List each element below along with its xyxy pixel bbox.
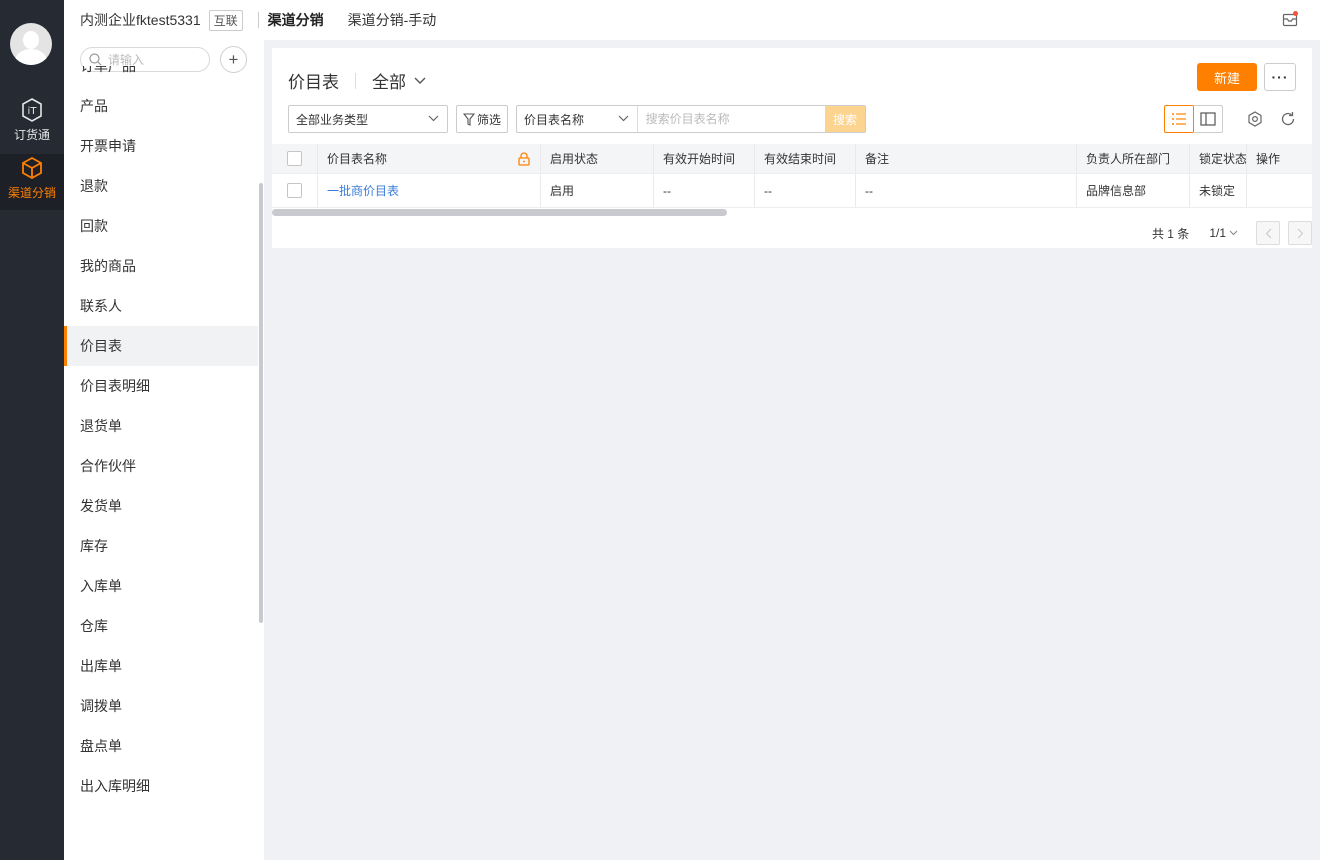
- column-header[interactable]: 备注: [865, 150, 889, 167]
- sidebar-item[interactable]: 我的商品: [64, 246, 258, 286]
- sidebar-item[interactable]: 订单产品: [64, 66, 258, 86]
- price-list-name-link[interactable]: 一批商价目表: [327, 182, 399, 199]
- sidebar-item[interactable]: 价目表明细: [64, 366, 258, 406]
- page-select[interactable]: 1/1: [1209, 226, 1238, 240]
- sidebar-item[interactable]: 开票申请: [64, 126, 258, 166]
- company-name: 内测企业fktest5331: [80, 12, 201, 28]
- avatar[interactable]: [10, 23, 52, 65]
- chevron-down-icon: [414, 77, 426, 84]
- end-time-value: --: [764, 183, 772, 198]
- chevron-down-icon: [1229, 230, 1238, 236]
- start-time-value: --: [663, 183, 671, 198]
- status-value: 启用: [550, 184, 575, 198]
- page-title: 价目表: [288, 73, 339, 92]
- chevron-down-icon: [428, 115, 439, 122]
- top-bar: 内测企业fktest5331 互联 渠道分销 渠道分销-手动: [80, 0, 1320, 40]
- search-button[interactable]: 搜索: [825, 106, 865, 132]
- column-header[interactable]: 价目表名称: [327, 150, 387, 167]
- horizontal-scrollbar[interactable]: [272, 208, 1312, 217]
- sidebar-item[interactable]: 入库单: [64, 566, 258, 606]
- rail-item-label: 渠道分销: [7, 186, 56, 200]
- list-view-button[interactable]: [1164, 105, 1194, 133]
- column-header[interactable]: 有效结束时间: [764, 150, 836, 167]
- sidebar-item[interactable]: 价目表: [64, 326, 258, 366]
- search-field-select[interactable]: 价目表名称: [517, 106, 638, 132]
- sidebar-item[interactable]: 合作伙伴: [64, 446, 258, 486]
- sidebar-item[interactable]: 出库单: [64, 646, 258, 686]
- prev-page-button[interactable]: [1256, 221, 1280, 245]
- lock-status-value: 未锁定: [1199, 184, 1236, 198]
- sidebar-item[interactable]: 调拨单: [64, 686, 258, 726]
- filter-button[interactable]: 筛选: [456, 105, 508, 133]
- rail-item-dinghuotong[interactable]: iT 订货通: [0, 98, 64, 150]
- column-header[interactable]: 有效开始时间: [663, 150, 735, 167]
- sidebar-item[interactable]: 退货单: [64, 406, 258, 446]
- select-all-checkbox[interactable]: [287, 151, 302, 166]
- filter-label: 筛选: [476, 112, 501, 127]
- new-button[interactable]: 新建: [1197, 63, 1257, 91]
- scope-label: 全部: [372, 73, 406, 92]
- sidebar-search-input[interactable]: [108, 52, 203, 67]
- chevron-left-icon: [1265, 228, 1271, 238]
- next-page-button[interactable]: [1288, 221, 1312, 245]
- row-checkbox[interactable]: [287, 183, 302, 198]
- sidebar-item[interactable]: 盘点单: [64, 726, 258, 766]
- page-indicator: 1/1: [1209, 226, 1226, 240]
- chevron-down-icon: [618, 115, 629, 122]
- svg-text:iT: iT: [28, 106, 38, 117]
- main-panel: 价目表 全部 新建 ··· 全部业务类型 筛选 价目表名称 搜索价目表名称 搜索…: [272, 48, 1312, 248]
- notification-icon[interactable]: [1282, 11, 1298, 27]
- sidebar-item[interactable]: 发货单: [64, 486, 258, 526]
- sidebar-item[interactable]: 库存: [64, 526, 258, 566]
- more-button[interactable]: ···: [1264, 63, 1296, 91]
- table-header: 价目表名称 启用状态 有效开始时间 有效结束时间 备注 负责人所在部门 锁定状态…: [272, 144, 1312, 174]
- divider: [257, 12, 259, 28]
- rail-item-label: 订货通: [13, 128, 50, 142]
- filter-icon: [462, 112, 475, 126]
- price-list-table: 价目表名称 启用状态 有效开始时间 有效结束时间 备注 负责人所在部门 锁定状态…: [272, 144, 1312, 217]
- sidebar-item[interactable]: 产品: [64, 86, 258, 126]
- column-header: 操作: [1256, 152, 1281, 166]
- column-header[interactable]: 锁定状态: [1199, 150, 1246, 167]
- sidebar-item[interactable]: 出入库明细: [64, 766, 258, 806]
- sidebar-item[interactable]: 仓库: [64, 606, 258, 646]
- sidebar: + 订单产品产品开票申请退款回款我的商品联系人价目表价目表明细退货单合作伙伴发货…: [64, 0, 264, 860]
- app-rail: iT 订货通 渠道分销: [0, 0, 64, 860]
- gear-icon[interactable]: [1246, 110, 1264, 128]
- lock-icon[interactable]: [518, 152, 530, 166]
- list-icon: [1172, 113, 1186, 125]
- remark-value: --: [865, 183, 873, 198]
- box-icon: [22, 156, 42, 180]
- business-type-value: 全部业务类型: [296, 112, 369, 127]
- department-value: 品牌信息部: [1086, 184, 1147, 198]
- column-header[interactable]: 负责人所在部门: [1086, 150, 1170, 167]
- pagination: 共 1 条 1/1: [272, 218, 1312, 248]
- split-view-icon: [1199, 112, 1216, 126]
- chevron-right-icon: [1297, 228, 1303, 238]
- rail-item-qudaofenxiao[interactable]: 渠道分销: [0, 154, 64, 210]
- search-field-value: 价目表名称: [524, 112, 585, 127]
- business-type-select[interactable]: 全部业务类型: [288, 105, 448, 133]
- sidebar-scrollbar[interactable]: [259, 183, 263, 623]
- sidebar-item[interactable]: 回款: [64, 206, 258, 246]
- breadcrumb-sub[interactable]: 渠道分销-手动: [348, 10, 437, 30]
- search-icon: [89, 53, 102, 66]
- interconnect-badge: 互联: [208, 9, 243, 31]
- table-row[interactable]: 一批商价目表 启用 -- -- -- 品牌信息部 未锁定: [272, 174, 1312, 208]
- sidebar-item[interactable]: 联系人: [64, 286, 258, 326]
- scope-dropdown[interactable]: 全部: [372, 68, 426, 93]
- shield-it-icon: iT: [22, 98, 42, 122]
- split-view-button[interactable]: [1193, 105, 1223, 133]
- column-header[interactable]: 启用状态: [550, 150, 598, 167]
- breadcrumb-app[interactable]: 渠道分销: [268, 10, 324, 30]
- divider: [355, 72, 356, 89]
- sidebar-item[interactable]: 退款: [64, 166, 258, 206]
- search-group: 价目表名称 搜索: [516, 105, 866, 133]
- search-input[interactable]: [637, 106, 826, 132]
- sidebar-list: 订单产品 产品 开票申请 退款 回款 我的商品 联系人 价目表 价目表明细 退货单 合作伙伴 发货单库…: [64, 66, 258, 806]
- refresh-icon[interactable]: [1279, 110, 1297, 128]
- total-count: 共 1 条: [1151, 226, 1190, 241]
